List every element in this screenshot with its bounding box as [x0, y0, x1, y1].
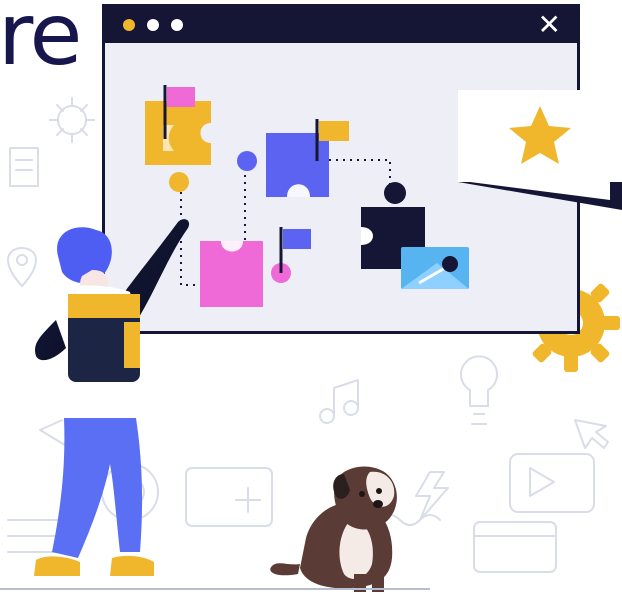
doodle-music-note-head-right: [343, 400, 359, 416]
doodle-lightbulb-base-icon: [471, 413, 487, 425]
doodle-lightbulb-icon: [460, 355, 498, 407]
person-pants: [52, 418, 143, 558]
rating-popup: [458, 90, 622, 210]
shoe-left: [34, 556, 80, 576]
shoe-right: [110, 555, 154, 576]
illustration-canvas: re ✕: [0, 0, 622, 594]
backpack-side-strap: [124, 322, 140, 368]
window-control-dot-white[interactable]: [147, 19, 159, 31]
doodle-pointer-icon: [574, 419, 609, 449]
doodle-gear-teeth-icon: [49, 97, 95, 143]
doodle-gear-icon: [57, 105, 87, 135]
doodle-play-icon: [529, 467, 555, 497]
window-titlebar: ✕: [105, 7, 577, 43]
partial-heading-text: re: [0, 0, 82, 85]
dog-tail: [270, 563, 300, 576]
doodle-doc-icon: [9, 147, 39, 187]
close-icon[interactable]: ✕: [538, 8, 561, 42]
doodle-music-note-icon: [333, 379, 359, 417]
dog-illustration: [270, 466, 397, 592]
doodle-plus-icon: [235, 487, 261, 513]
window-control-dot-white-2[interactable]: [171, 19, 183, 31]
person-illustration: [34, 219, 190, 576]
ground-line: [0, 588, 430, 590]
backpack-top-strap: [68, 294, 140, 318]
dog-eye-left: [359, 491, 365, 497]
dog-nose: [373, 500, 383, 508]
image-icon: [401, 247, 469, 289]
doodle-video-icon: [509, 453, 595, 513]
doodle-browser-icon: [473, 521, 557, 573]
window-control-dot-yellow[interactable]: [123, 19, 135, 31]
dog-eye-right: [376, 488, 382, 494]
doodle-music-note-head-left: [319, 408, 335, 424]
